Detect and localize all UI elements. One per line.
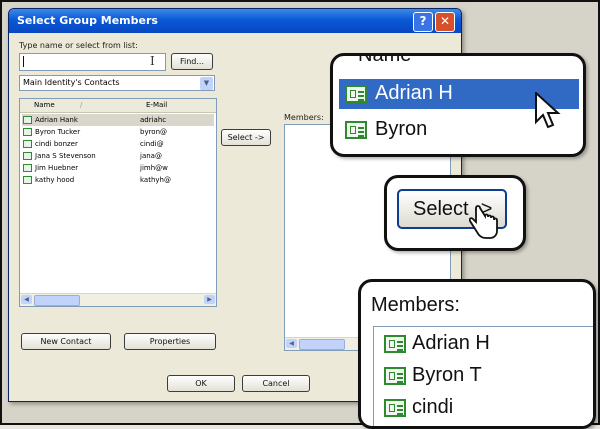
contact-row[interactable]: Jana S Stevenson jana@ [22, 150, 214, 162]
contact-card-icon [345, 121, 367, 139]
callout-members-label: Members: [371, 294, 460, 316]
scroll-left-icon[interactable]: ◀ [21, 295, 32, 304]
address-book-selected: Main Identity's Contacts [23, 78, 120, 87]
help-button[interactable]: ? [413, 12, 433, 32]
properties-button[interactable]: Properties [124, 333, 216, 350]
text-caret [23, 56, 24, 67]
new-contact-button[interactable]: New Contact [21, 333, 111, 350]
contact-card-icon [345, 85, 367, 103]
callout-member-row: Adrian H [374, 329, 593, 359]
contacts-horizontal-scrollbar[interactable]: ◀ ▶ [20, 293, 216, 306]
contact-card-icon [23, 140, 32, 148]
column-header-email[interactable]: E-Mail [146, 101, 167, 109]
ok-button[interactable]: OK [167, 375, 235, 392]
mouse-pointer-icon [535, 92, 561, 129]
scrollbar-thumb[interactable] [299, 339, 345, 350]
scrollbar-thumb[interactable] [34, 295, 80, 306]
dialog-titlebar: Select Group Members ? ✕ [9, 9, 461, 33]
contact-row[interactable]: kathy hood kathyh@ [22, 174, 214, 186]
contact-card-icon [23, 116, 32, 124]
contact-row[interactable]: Adrian Hank adriahc [22, 114, 214, 126]
contact-row[interactable]: cindi bonzer cindi@ [22, 138, 214, 150]
search-input[interactable]: I [19, 53, 166, 71]
ibeam-cursor-icon: I [150, 54, 155, 68]
contact-row[interactable]: Byron Tucker byron@ [22, 126, 214, 138]
name-list-callout: Name Adrian H Byron [330, 53, 586, 157]
scroll-left-icon[interactable]: ◀ [286, 339, 297, 348]
select-button[interactable]: Select -> [221, 129, 271, 146]
contact-card-icon [23, 128, 32, 136]
callout-member-row: cindi [374, 393, 593, 423]
members-label: Members: [284, 113, 324, 122]
cancel-button[interactable]: Cancel [242, 375, 310, 392]
close-button[interactable]: ✕ [435, 12, 455, 32]
callout-name-header: Name [358, 53, 412, 66]
column-header-name[interactable]: Name [34, 101, 55, 109]
contact-card-icon [23, 152, 32, 160]
callout-member-row: Byron T [374, 361, 593, 391]
contact-card-icon [23, 176, 32, 184]
contact-card-icon [384, 335, 406, 353]
callout-members-list: Adrian H Byron T cindi [373, 326, 593, 426]
address-book-dropdown[interactable]: Main Identity's Contacts ▼ [19, 75, 215, 91]
contact-card-icon [384, 399, 406, 417]
contacts-list-header: Name / E-Mail [20, 99, 216, 113]
sort-indicator-icon: / [80, 101, 83, 109]
scroll-right-icon[interactable]: ▶ [204, 295, 215, 304]
chevron-down-icon[interactable]: ▼ [200, 77, 213, 90]
select-button-callout: Select -> [384, 175, 526, 251]
contact-row[interactable]: Jim Huebner jimh@w [22, 162, 214, 174]
type-name-label: Type name or select from list: [19, 41, 138, 50]
contacts-list[interactable]: Name / E-Mail Adrian Hank adriahc Byron … [19, 98, 217, 307]
find-button[interactable]: Find... [171, 53, 213, 70]
dialog-title: Select Group Members [17, 14, 158, 27]
members-callout: Members: Adrian H Byron T cindi [358, 279, 596, 429]
hand-pointer-icon [469, 205, 498, 239]
contact-card-icon [384, 367, 406, 385]
contact-card-icon [23, 164, 32, 172]
